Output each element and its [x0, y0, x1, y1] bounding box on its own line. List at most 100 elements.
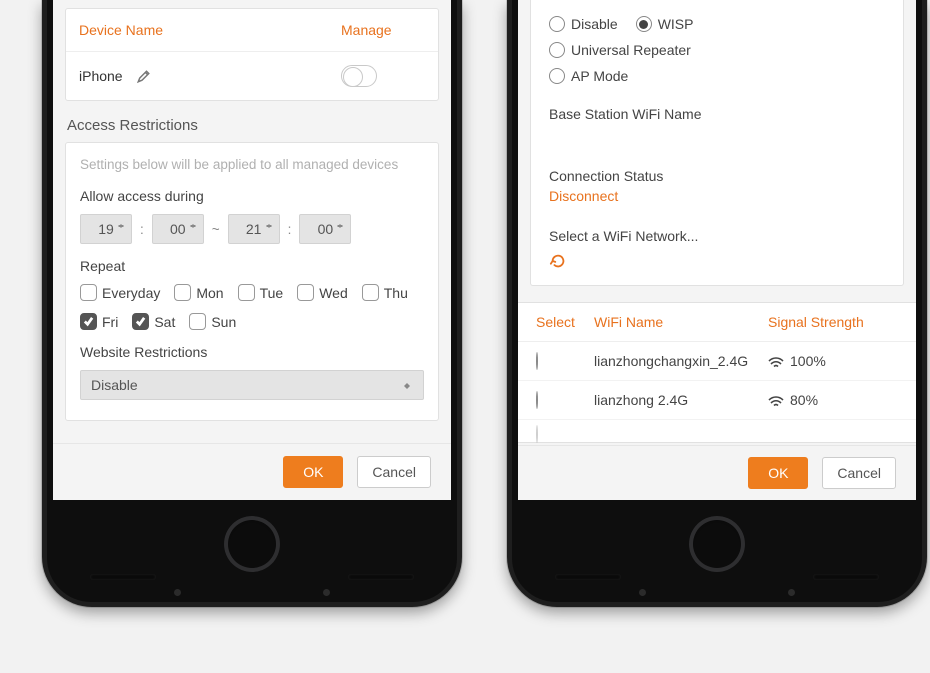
- restrictions-note: Settings below will be applied to all ma…: [66, 143, 438, 180]
- wifi-row[interactable]: lianzhong 2.4G 80%: [518, 381, 916, 420]
- cancel-button[interactable]: Cancel: [357, 456, 431, 488]
- screw-icon: [174, 589, 181, 596]
- radio-icon: [549, 42, 565, 58]
- wifi-signal-cell: 100%: [768, 353, 898, 369]
- home-button[interactable]: [689, 516, 745, 572]
- device-name-text: iPhone: [79, 68, 123, 84]
- hour1-value: 19: [98, 221, 114, 237]
- th-select: Select: [536, 314, 594, 330]
- mode-row-3: AP Mode: [549, 68, 885, 84]
- speaker-grille: [90, 574, 156, 580]
- day-label: Everyday: [102, 285, 160, 301]
- hour2-select[interactable]: 21: [228, 214, 280, 244]
- radio-label: AP Mode: [571, 68, 628, 84]
- phone-right: Disable WISP Universal Repeater AP Mode …: [507, 0, 927, 607]
- time-row: 19 : 00 ~ 21 : 00: [80, 214, 424, 244]
- checkbox-icon: [297, 284, 314, 301]
- checkbox-checked-icon: [132, 313, 149, 330]
- th-manage: Manage: [328, 9, 438, 51]
- th-wifi-name: WiFi Name: [594, 314, 768, 330]
- day-sat[interactable]: Sat: [132, 313, 175, 330]
- mode-row-1: Disable WISP: [549, 16, 885, 32]
- screen-left: Device Name Manage iPhone Access Restri: [53, 0, 451, 500]
- ok-button[interactable]: OK: [748, 457, 808, 489]
- device-row: iPhone: [66, 52, 438, 100]
- day-label: Fri: [102, 314, 118, 330]
- phone-inner: Device Name Manage iPhone Access Restri: [47, 0, 457, 602]
- speaker-grille: [348, 574, 414, 580]
- select-network-label: Select a WiFi Network...: [549, 228, 885, 244]
- chevron-updown-icon: [404, 378, 414, 388]
- wifi-icon: [768, 395, 784, 407]
- phone-left: Device Name Manage iPhone Access Restri: [42, 0, 462, 607]
- mode-radios: Disable WISP Universal Repeater AP Mode: [531, 2, 903, 100]
- restrictions-panel: Settings below will be applied to all ma…: [65, 142, 439, 421]
- radio-icon[interactable]: [536, 391, 538, 409]
- base-station-label: Base Station WiFi Name: [549, 106, 885, 122]
- time-colon: :: [140, 222, 144, 237]
- radio-universal-repeater[interactable]: Universal Repeater: [549, 42, 691, 58]
- day-wed[interactable]: Wed: [297, 284, 348, 301]
- radio-disable[interactable]: Disable: [549, 16, 618, 32]
- radio-wisp[interactable]: WISP: [636, 16, 694, 32]
- day-label: Tue: [260, 285, 284, 301]
- allow-block: Allow access during 19 : 00 ~ 21 : 00: [66, 180, 438, 258]
- wifi-signal: 100%: [790, 353, 826, 369]
- wifi-row-partial: [518, 420, 916, 442]
- wr-select[interactable]: Disable: [80, 370, 424, 400]
- day-thu[interactable]: Thu: [362, 284, 408, 301]
- screen-right: Disable WISP Universal Repeater AP Mode …: [518, 0, 916, 500]
- day-label: Wed: [319, 285, 348, 301]
- refresh-button[interactable]: [549, 252, 885, 273]
- device-table-head: Device Name Manage: [66, 9, 438, 52]
- repeat-label: Repeat: [80, 258, 424, 274]
- section-title: Access Restrictions: [67, 117, 437, 134]
- radio-icon[interactable]: [536, 352, 538, 370]
- radio-selected-icon: [636, 16, 652, 32]
- radio-ap-mode[interactable]: AP Mode: [549, 68, 628, 84]
- manage-toggle[interactable]: [341, 65, 377, 87]
- day-tue[interactable]: Tue: [238, 284, 284, 301]
- speaker-grille: [813, 574, 879, 580]
- device-table: Device Name Manage iPhone: [65, 8, 439, 101]
- checkbox-icon: [238, 284, 255, 301]
- wifi-row[interactable]: lianzhongchangxin_2.4G 100%: [518, 342, 916, 381]
- min2-value: 00: [318, 221, 334, 237]
- day-label: Thu: [384, 285, 408, 301]
- min2-select[interactable]: 00: [299, 214, 351, 244]
- screw-icon: [639, 589, 646, 596]
- chevron-updown-icon: [116, 218, 126, 228]
- range-tilde: ~: [212, 222, 220, 237]
- day-label: Sun: [211, 314, 236, 330]
- manage-cell: [328, 52, 438, 100]
- wifi-table-head: Select WiFi Name Signal Strength: [518, 303, 916, 342]
- min1-select[interactable]: 00: [152, 214, 204, 244]
- wifi-name: lianzhong 2.4G: [594, 392, 768, 408]
- time-colon: :: [288, 222, 292, 237]
- cancel-button[interactable]: Cancel: [822, 457, 896, 489]
- th-device-name: Device Name: [66, 9, 328, 51]
- connection-status-label: Connection Status: [549, 168, 885, 184]
- ok-button[interactable]: OK: [283, 456, 343, 488]
- connection-status-value: Disconnect: [549, 188, 885, 204]
- day-everyday[interactable]: Everyday: [80, 284, 160, 301]
- hour1-select[interactable]: 19: [80, 214, 132, 244]
- home-button[interactable]: [224, 516, 280, 572]
- checkbox-icon: [80, 284, 97, 301]
- footer: OK Cancel: [518, 445, 916, 500]
- radio-icon: [549, 68, 565, 84]
- wr-block: Website Restrictions Disable: [66, 344, 438, 414]
- day-sun[interactable]: Sun: [189, 313, 236, 330]
- wifi-signal-cell: 80%: [768, 392, 898, 408]
- wifi-table: Select WiFi Name Signal Strength lianzho…: [518, 302, 916, 443]
- repeat-block: Repeat Everyday Mon Tue Wed Thu Fri Sat …: [66, 258, 438, 344]
- base-station-value-empty: [531, 126, 903, 162]
- screw-icon: [323, 589, 330, 596]
- day-fri[interactable]: Fri: [80, 313, 118, 330]
- device-name-cell: iPhone: [66, 55, 328, 97]
- radio-label: Universal Repeater: [571, 42, 691, 58]
- edit-icon[interactable]: [136, 69, 151, 84]
- min1-value: 00: [170, 221, 186, 237]
- day-mon[interactable]: Mon: [174, 284, 223, 301]
- radio-label: WISP: [658, 16, 694, 32]
